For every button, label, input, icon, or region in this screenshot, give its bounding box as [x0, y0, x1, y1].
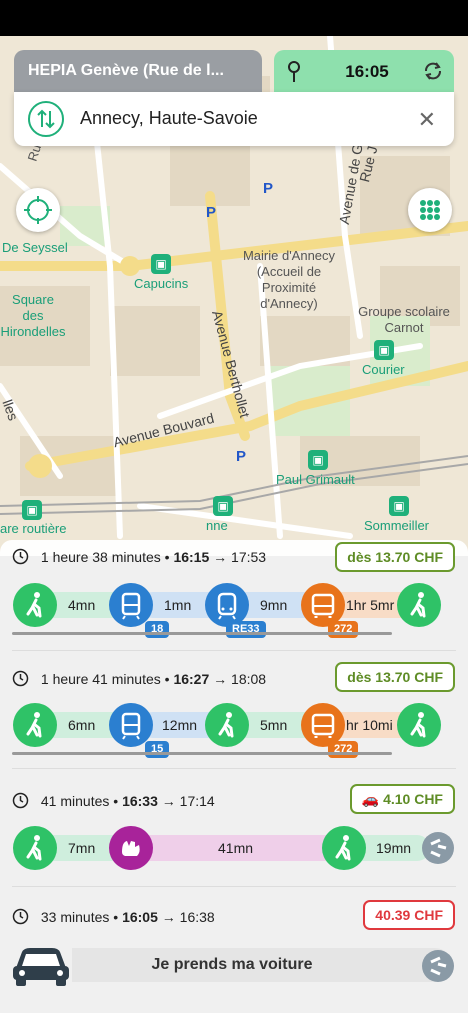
pin-icon [288, 61, 300, 82]
bus-stop-paul-grimault-icon[interactable]: ▣ [308, 450, 328, 470]
departure-time[interactable]: 16:05 [334, 62, 400, 82]
step-duration: 4mn [68, 597, 96, 613]
bus-stop-gare-2-icon[interactable]: ▣ [213, 496, 233, 516]
map-label-sommeiller: Sommeiller [364, 518, 430, 533]
close-icon[interactable]: ✕ [418, 107, 436, 133]
horizontal-scrollbar[interactable] [12, 632, 392, 635]
step-duration: 19mn [376, 840, 412, 856]
locate-button[interactable] [16, 188, 60, 232]
route-option-2[interactable]: 1 heure 41 minutes • 16:27 → 18:08 dès 1… [0, 656, 468, 766]
parking-icon: P [236, 448, 247, 465]
car-icon: 🚗 [361, 791, 380, 807]
swap-icon [37, 109, 55, 129]
bus-stop-courier-icon[interactable]: ▣ [374, 340, 394, 360]
step-duration: hr 10mi [346, 717, 393, 733]
walk-icon [397, 703, 441, 747]
car-route-row[interactable]: Je prends ma voiture [0, 940, 468, 1000]
share-icon[interactable] [418, 946, 458, 986]
bus-stop-capucins-icon[interactable]: ▣ [151, 254, 171, 274]
line-badge: 18 [145, 621, 170, 638]
line-badge: 272 [328, 621, 359, 638]
locate-icon [24, 196, 52, 224]
carpool-icon [109, 826, 153, 870]
walk-icon [322, 826, 366, 870]
menu-grid-button[interactable] [408, 188, 452, 232]
price-badge: dès 13.70 CHF [335, 662, 455, 692]
step-duration: 7mn [68, 840, 96, 856]
map-label-capucins: Capucins [134, 276, 189, 291]
map-label-groupe-scolaire: Groupe scolaire Carnot [358, 304, 450, 335]
origin-field[interactable]: HEPIA Genève (Rue de l... [14, 50, 262, 94]
line-badge: 272 [328, 741, 359, 758]
bus-stop-gare-icon[interactable]: ▣ [22, 500, 42, 520]
time-selector[interactable]: 16:05 [274, 50, 454, 94]
step-duration: 1mn [164, 597, 192, 613]
walk-icon [13, 703, 57, 747]
horizontal-scrollbar[interactable] [12, 752, 392, 755]
map-label-de-seyssel: De Seyssel [2, 240, 68, 255]
destination-bar: Annecy, Haute-Savoie ✕ [14, 92, 454, 146]
divider [12, 768, 456, 769]
price-badge: 40.39 CHF [363, 900, 455, 930]
step-duration: 5mn [260, 717, 288, 733]
divider [12, 886, 456, 887]
map-label-courier: Courier [362, 362, 405, 377]
map-label-nne: nne [206, 518, 228, 533]
walk-icon [13, 826, 57, 870]
clock-icon [12, 670, 29, 687]
walk-icon [205, 703, 249, 747]
route-meta: 1 heure 38 minutes • 16:15 → 17:53 [12, 548, 266, 565]
map-label-gare-routiere: are routière [0, 521, 67, 536]
car-route-label: Je prends ma voiture [151, 956, 313, 973]
refresh-icon[interactable] [422, 60, 444, 82]
status-bar [0, 0, 468, 36]
divider [12, 650, 456, 651]
map-label-square: Square des Hirondelles [0, 292, 66, 339]
step-duration: 41mn [218, 840, 254, 856]
price-badge: 🚗 4.10 CHF [349, 784, 455, 814]
car-icon [13, 948, 69, 986]
parking-icon: P [206, 204, 217, 221]
step-duration: 9mn [260, 597, 288, 613]
price-badge: dès 13.70 CHF [335, 542, 455, 572]
route-option-3[interactable]: 41 minutes • 16:33 → 17:14 🚗 4.10 CHF 7m… [0, 778, 468, 878]
swap-button[interactable] [28, 101, 64, 137]
line-badge: RE33 [226, 621, 266, 638]
line-badge: 15 [145, 741, 170, 758]
clock-icon [12, 792, 29, 809]
destination-field[interactable]: Annecy, Haute-Savoie [80, 108, 258, 129]
bus-stop-sommeiller-icon[interactable]: ▣ [389, 496, 409, 516]
walk-icon [13, 583, 57, 627]
grid-icon [420, 200, 440, 220]
step-duration: 6mn [68, 717, 96, 733]
walk-icon [397, 583, 441, 627]
results-panel[interactable]: 1 heure 38 minutes • 16:15 → 17:53 dès 1… [0, 540, 468, 1013]
map-label-mairie: Mairie d'Annecy (Accueil de Proximité d'… [242, 248, 336, 311]
route-meta: 33 minutes • 16:05 → 16:38 [12, 908, 215, 925]
step-duration: 12mn [162, 717, 198, 733]
clock-icon [12, 548, 29, 565]
step-duration: 1hr 5mr [346, 597, 395, 613]
share-icon[interactable] [418, 828, 458, 868]
route-meta: 1 heure 41 minutes • 16:27 → 18:08 [12, 670, 266, 687]
parking-icon: P [263, 180, 274, 197]
route-option-1[interactable]: 1 heure 38 minutes • 16:15 → 17:53 dès 1… [0, 540, 468, 650]
route-meta: 41 minutes • 16:33 → 17:14 [12, 792, 215, 809]
map-label-paul-grimault: Paul Grimault [276, 472, 355, 487]
clock-icon [12, 908, 29, 925]
